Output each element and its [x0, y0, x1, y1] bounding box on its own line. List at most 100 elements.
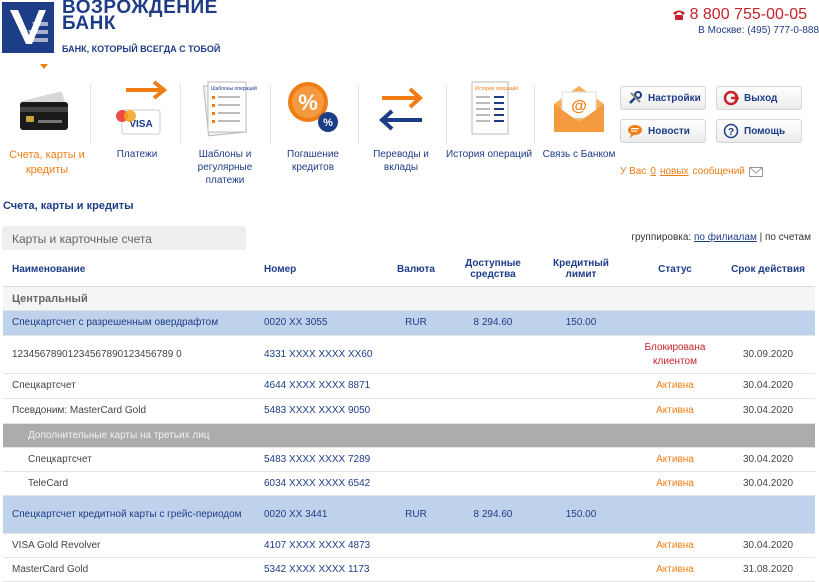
row-name: Спецкартсчет: [12, 380, 76, 391]
row-name: MasterCard Gold: [12, 563, 89, 575]
grouping-by-branch-link[interactable]: по филиалам: [694, 232, 757, 243]
nav-item-loans[interactable]: % % Погашение кредитов: [268, 64, 358, 174]
grouping-by-accounts[interactable]: по счетам: [765, 232, 811, 243]
nav-item-contact[interactable]: @ Связь с Банком: [534, 64, 624, 161]
page-title: Счета, карты и кредиты: [3, 200, 134, 212]
row-expiry: 31.08.2020: [742, 563, 794, 575]
row-name: TeleCard: [28, 477, 69, 489]
col-currency: Валюта: [397, 263, 435, 275]
extra-cards-header: Дополнительные карты на третьих лиц: [3, 424, 815, 448]
nav-item-accounts[interactable]: Счета, карты и кредиты: [2, 64, 92, 178]
row-status: Блокирована клиентом: [644, 341, 706, 367]
payment-arrow-icon: VISA: [116, 80, 168, 135]
bank-logo[interactable]: [2, 2, 54, 53]
table-row[interactable]: TeleCard 6034 XXXX XXXX 6542 Активна 30.…: [3, 472, 815, 496]
nav-item-templates[interactable]: Шаблоны операций Шаблоны и регулярные пл…: [180, 64, 270, 187]
table-row[interactable]: Псевдоним: MasterCard Gold 5483 XXXX XXX…: [3, 399, 815, 424]
news-icon: [627, 123, 643, 139]
logout-button[interactable]: Выход: [716, 86, 802, 110]
nav-label-loans: Погашение кредитов: [287, 149, 339, 173]
row-limit: 150.00: [565, 508, 597, 520]
messages-prefix: У Вас: [620, 166, 647, 177]
nav-item-transfers[interactable]: Переводы и вклады: [356, 64, 446, 174]
table-row[interactable]: 12345678901234567890123456789 0 4331 XXX…: [3, 336, 815, 374]
messages-new-link[interactable]: новых: [660, 166, 689, 177]
svg-text:%: %: [323, 117, 333, 129]
help-button[interactable]: ? Помощь: [716, 119, 802, 143]
header: ВОЗРОЖДЕНИЕ БАНК БАНК, КОТОРЫЙ ВСЕГДА С …: [0, 0, 819, 62]
bank-slogan: БАНК, КОТОРЫЙ ВСЕГДА С ТОБОЙ: [62, 44, 221, 54]
col-number: Номер: [264, 263, 297, 275]
table-row[interactable]: Спецкартсчет кредитной карты с грейс-пер…: [3, 496, 815, 534]
row-number: 0020 XX 3441: [264, 508, 328, 520]
row-number: 4644 XXXX XXXX 8871: [264, 380, 371, 391]
history-doc-text: История операций: [475, 85, 518, 92]
phone-icon: [672, 10, 685, 20]
col-name: Наименование: [12, 263, 86, 275]
moscow-phone: В Москве: (495) 777-0-888: [698, 25, 819, 36]
messages-count-link[interactable]: 0: [650, 166, 656, 177]
logout-icon: [723, 90, 739, 106]
row-status: Активна: [656, 405, 694, 416]
news-button[interactable]: Новости: [620, 119, 706, 143]
row-name: 12345678901234567890123456789 0: [12, 348, 182, 360]
percent-icon: % %: [288, 82, 338, 132]
main-nav: Счета, карты и кредиты VISA Платежи Шабл…: [0, 64, 615, 194]
table-row[interactable]: VISA Gold Revolver 4107 XXXX XXXX 4873 А…: [3, 534, 815, 558]
templates-doc-text: Шаблоны операций: [211, 85, 257, 92]
nav-item-history[interactable]: История операций История операций: [444, 64, 534, 161]
row-number: 5342 XXXX XXXX 1173: [264, 563, 370, 575]
row-expiry: 30.04.2020: [742, 405, 794, 416]
svg-text:?: ?: [728, 127, 734, 138]
col-status: Статус: [658, 263, 692, 275]
row-number: 4107 XXXX XXXX 4873: [264, 539, 371, 551]
nav-item-payments[interactable]: VISA Платежи: [92, 64, 182, 161]
cards-table: Наименование Номер Валюта Доступные сред…: [3, 251, 815, 582]
row-number: 0020 XX 3055: [264, 317, 328, 328]
row-expiry: 30.09.2020: [742, 348, 794, 360]
history-icon: История операций: [471, 81, 518, 135]
row-available: 8 294.60: [473, 317, 513, 328]
col-limit: Кредитный лимит: [553, 258, 609, 280]
bank-name: ВОЗРОЖДЕНИЕ БАНК: [62, 0, 218, 34]
settings-button[interactable]: Настройки: [620, 86, 706, 110]
row-status: Активна: [656, 563, 694, 575]
nav-label-contact: Связь с Банком: [542, 149, 616, 160]
row-limit: 150.00: [565, 317, 597, 328]
row-number: 6034 XXXX XXXX 6542: [264, 477, 371, 489]
transfer-arrows-icon: [379, 87, 423, 131]
row-status: Активна: [656, 380, 694, 391]
row-number: 5483 XXXX XXXX 7289: [264, 453, 371, 465]
table-row[interactable]: Спецкартсчет 5483 XXXX XXXX 7289 Активна…: [3, 448, 815, 472]
row-status: Активна: [656, 477, 694, 489]
messages-notice: У Вас 0 новых сообщений: [620, 166, 763, 177]
table-row[interactable]: MasterCard Gold 5342 XXXX XXXX 1173 Акти…: [3, 558, 815, 582]
row-expiry: 30.04.2020: [742, 380, 794, 391]
mail-icon: @: [554, 86, 604, 132]
messages-suffix: сообщений: [692, 166, 745, 177]
row-status: Активна: [656, 453, 694, 465]
table-row[interactable]: Спецкартсчет с разрешенным овердрафтом 0…: [3, 311, 815, 336]
row-name: Спецкартсчет: [28, 453, 92, 465]
tab-cards-accounts[interactable]: Карты и карточные счета: [2, 226, 246, 250]
group-name: Центральный: [12, 292, 88, 305]
extra-cards-label: Дополнительные карты на третьих лиц: [28, 429, 210, 441]
row-number: 4331 XXXX XXXX XX60: [264, 348, 373, 360]
row-currency: RUR: [405, 317, 427, 328]
row-currency: RUR: [405, 508, 427, 520]
col-available: Доступные средства: [465, 258, 521, 280]
row-name: VISA Gold Revolver: [12, 539, 101, 551]
row-status: Активна: [656, 539, 694, 551]
help-icon: ?: [723, 123, 739, 139]
envelope-icon[interactable]: [748, 166, 763, 177]
table-row[interactable]: Спецкартсчет 4644 XXXX XXXX 8871 Активна…: [3, 374, 815, 399]
nav-label-templates: Шаблоны и регулярные платежи: [197, 149, 253, 186]
templates-icon: Шаблоны операций: [202, 81, 257, 137]
hotline-phone: 8 800 755-00-05: [672, 6, 807, 24]
row-name: Спецкартсчет кредитной карты с грейс-пер…: [12, 508, 242, 520]
col-expiry: Срок действия: [731, 263, 805, 275]
row-expiry: 30.04.2020: [742, 539, 794, 551]
grouping-separator: |: [759, 232, 763, 243]
nav-label-history: История операций: [445, 149, 533, 160]
wrench-icon: [627, 90, 643, 106]
